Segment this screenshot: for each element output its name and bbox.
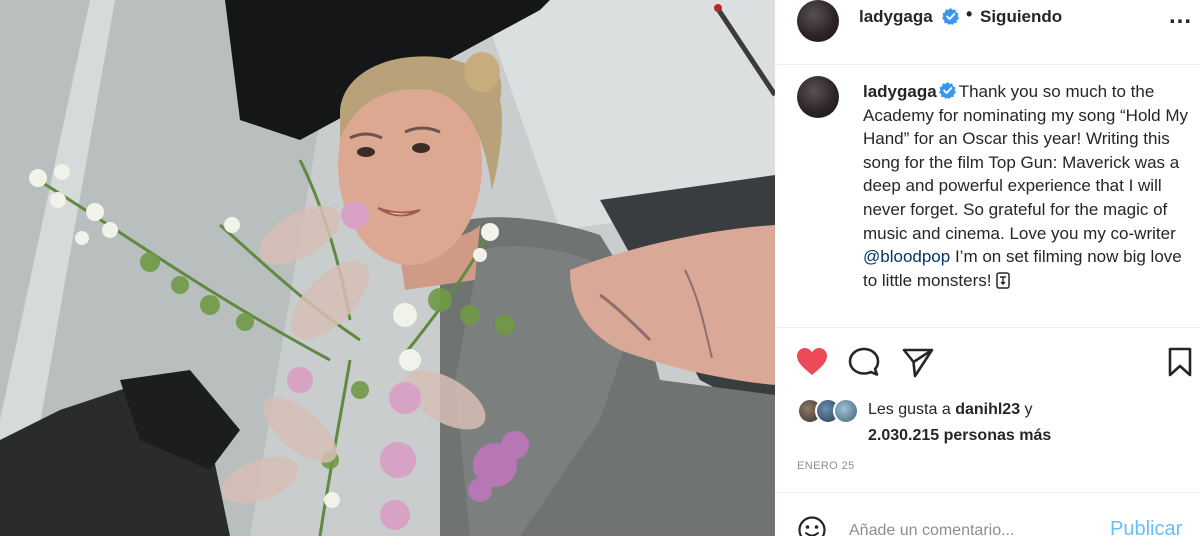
caption-username[interactable]: ladygaga <box>863 82 937 101</box>
pointing-hand-icon <box>995 272 1010 289</box>
author-username[interactable]: ladygaga <box>859 7 933 27</box>
publish-button[interactable]: Publicar <box>1110 518 1182 536</box>
post-photo[interactable] <box>0 0 775 536</box>
post-caption: ladygaga Thank you so much to the Academy… <box>775 66 1200 328</box>
caption-avatar[interactable] <box>797 76 839 118</box>
verified-badge-icon <box>942 8 959 25</box>
liker-username[interactable]: danihl23 <box>955 401 1020 418</box>
photo-illustration <box>0 0 775 536</box>
heart-icon[interactable] <box>795 346 829 378</box>
comment-input[interactable] <box>849 519 1079 536</box>
likes-count[interactable]: 2.030.215 personas más <box>868 427 1051 445</box>
comment-bubble-icon[interactable] <box>847 346 881 378</box>
more-options-button[interactable]: ... <box>1169 2 1192 30</box>
separator-dot: • <box>966 4 973 24</box>
verified-badge-icon <box>938 82 956 99</box>
likes-line-1: Les gusta a danihl23 y <box>868 401 1033 419</box>
likes-joiner: y <box>1024 401 1033 418</box>
post-date[interactable]: ENERO 25 <box>797 460 855 472</box>
bookmark-icon[interactable] <box>1163 346 1197 378</box>
post-header: ladygaga • Siguiendo ... <box>775 0 1200 65</box>
comment-box: Publicar <box>775 492 1200 536</box>
caption-mention-link[interactable]: @bloodpop <box>863 247 950 266</box>
likes-summary: Les gusta a danihl23 y 2.030.215 persona… <box>775 396 1200 454</box>
post-actions <box>775 340 1200 386</box>
liker-avatar <box>833 398 859 424</box>
send-icon[interactable] <box>901 346 935 378</box>
follow-status-button[interactable]: Siguiendo <box>980 7 1062 27</box>
likes-prefix: Les gusta a <box>868 401 951 418</box>
avatar[interactable] <box>797 0 839 42</box>
post-side-panel: ladygaga • Siguiendo ... ladygaga Thank y… <box>775 0 1200 536</box>
caption-text: ladygaga Thank you so much to the Academy… <box>863 80 1193 292</box>
caption-body: Thank you so much to the Academy for nom… <box>863 82 1189 243</box>
liker-avatars[interactable] <box>797 398 861 426</box>
emoji-icon[interactable] <box>797 515 827 536</box>
